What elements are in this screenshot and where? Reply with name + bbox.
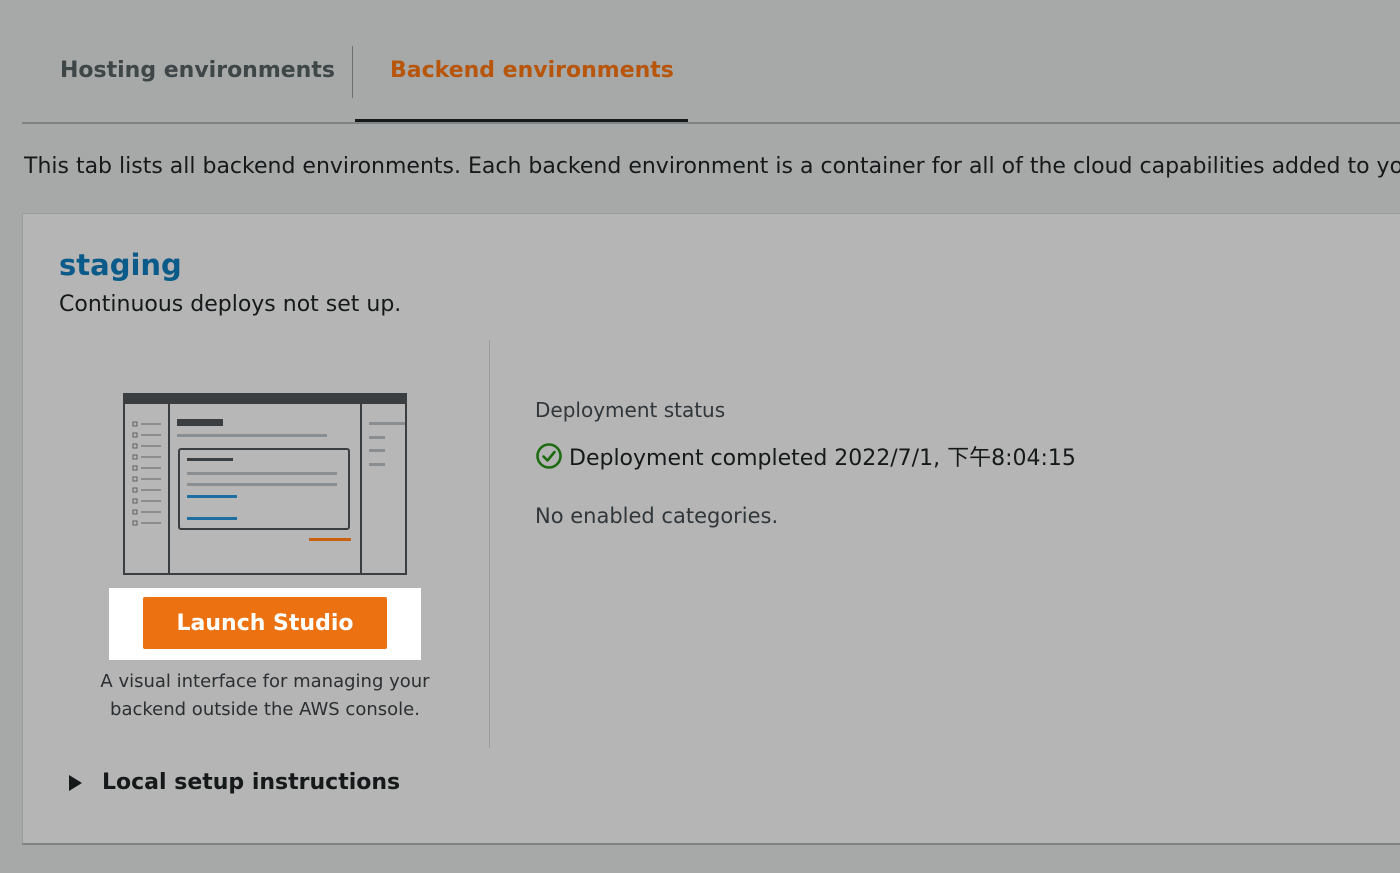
local-setup-expander[interactable]: Local setup instructions — [69, 770, 400, 795]
environment-name-link[interactable]: staging — [59, 248, 182, 282]
deployment-status-text: Deployment completed 2022/7/1, 下午8:04:15 — [569, 446, 1076, 471]
backend-environment-card: staging Continuous deploys not set up. L… — [22, 213, 1400, 845]
local-setup-label: Local setup instructions — [102, 770, 401, 795]
tab-hosting-environments[interactable]: Hosting environments — [60, 58, 335, 83]
launch-studio-highlight: Launch Studio — [109, 588, 421, 660]
deployment-status: Deployment completed 2022/7/1, 下午8:04:15 — [535, 440, 1076, 472]
illustration-titlebar — [124, 394, 406, 404]
caret-right-icon — [69, 774, 82, 791]
column-divider — [489, 340, 490, 748]
tabs-baseline — [22, 122, 1400, 124]
tab-divider — [352, 46, 353, 98]
launch-studio-button[interactable]: Launch Studio — [143, 597, 387, 649]
environment-tabs: Hosting environments Backend environment… — [22, 0, 1400, 124]
environment-subtitle: Continuous deploys not set up. — [59, 292, 402, 317]
tab-backend-environments[interactable]: Backend environments — [390, 58, 674, 83]
check-circle-icon — [536, 443, 562, 469]
enabled-categories-text: No enabled categories. — [535, 504, 779, 528]
amplify-backend-page: Hosting environments Backend environment… — [0, 0, 1400, 873]
tab-description: This tab lists all backend environments.… — [24, 154, 1400, 179]
launch-studio-description: A visual interface for managing your bac… — [100, 671, 430, 720]
deployment-status-label: Deployment status — [535, 398, 726, 422]
studio-illustration — [123, 393, 407, 575]
